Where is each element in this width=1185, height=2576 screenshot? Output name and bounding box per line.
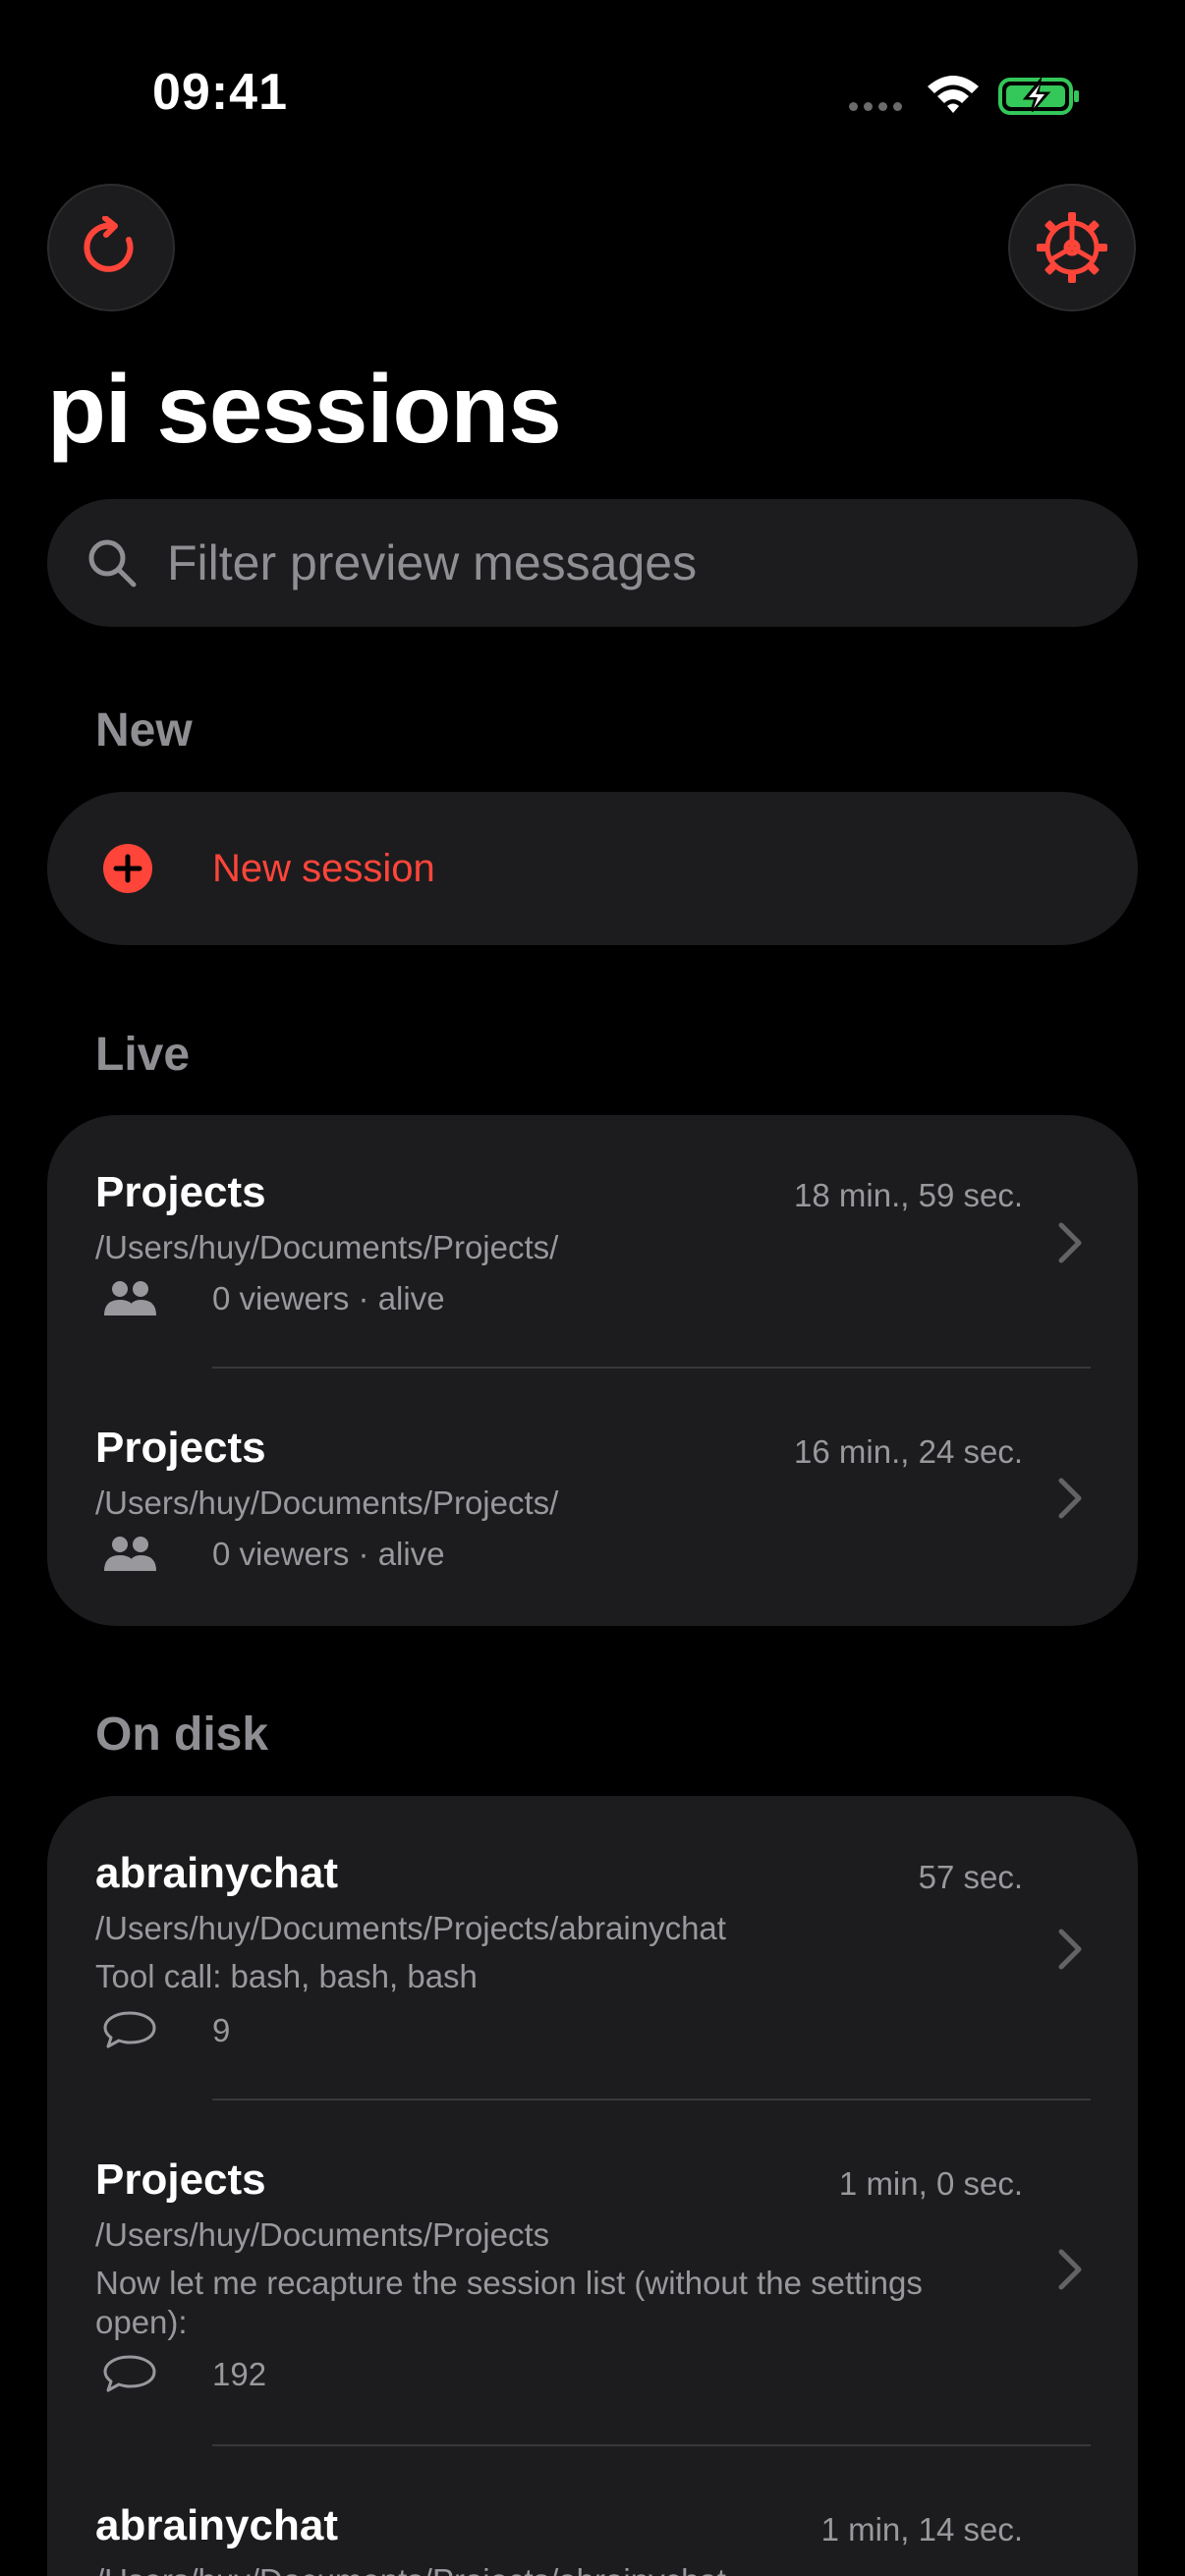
session-duration: 18 min., 59 sec. — [794, 1177, 1023, 1213]
chat-bubble-icon — [103, 2355, 156, 2392]
session-viewers: 0 viewers · alive — [212, 1536, 445, 1572]
session-path: /Users/huy/Documents/Projects/abrainycha… — [95, 2562, 726, 2576]
session-title: Projects — [95, 2156, 266, 2204]
section-header-live: Live — [95, 1029, 191, 1081]
message-count: 192 — [212, 2356, 267, 2392]
search-icon — [88, 539, 137, 588]
refresh-button[interactable] — [47, 184, 175, 311]
plus-circle-icon — [103, 844, 152, 893]
disk-sessions-card: abrainychat 57 sec. /Users/huy/Documents… — [47, 1796, 1138, 2576]
search-bar[interactable] — [47, 499, 1138, 627]
screen: 09:41 pi sessions Filter preview message… — [0, 0, 1185, 2576]
chevron-right-icon — [1058, 2249, 1082, 2290]
session-preview: Tool call: bash, bash, bash — [95, 1958, 478, 1994]
section-header-on-disk: On disk — [95, 1708, 269, 1761]
page-title: pi sessions — [47, 355, 562, 463]
status-time: 09:41 — [152, 64, 288, 121]
session-title: Projects — [95, 1168, 266, 1216]
new-session-label: New session — [212, 846, 435, 890]
chat-bubble-icon — [103, 2011, 156, 2048]
battery-icon — [998, 77, 1079, 115]
search-input[interactable] — [167, 534, 1071, 591]
session-preview: Now let me recapture the session list (w… — [95, 2265, 923, 2340]
wifi-icon — [928, 76, 979, 113]
people-icon — [104, 1537, 156, 1571]
session-title: Projects — [95, 1424, 266, 1472]
chevron-right-icon — [1058, 1478, 1082, 1519]
settings-button[interactable] — [1008, 184, 1136, 311]
chevron-right-icon — [1058, 1222, 1082, 1263]
people-icon — [104, 1281, 156, 1316]
message-count: 9 — [212, 2012, 231, 2048]
chevron-right-icon — [1058, 1929, 1082, 1970]
session-title: abrainychat — [95, 1849, 338, 1897]
gear-icon — [1037, 212, 1107, 283]
live-session-row[interactable]: Projects 18 min., 59 sec. /Users/huy/Doc… — [47, 1115, 1138, 1369]
cellular-signal-icon — [849, 102, 902, 111]
session-path: /Users/huy/Documents/Projects/abrainycha… — [95, 1910, 726, 1946]
new-session-button[interactable]: New session — [47, 792, 1138, 945]
session-path: /Users/huy/Documents/Projects — [95, 2216, 550, 2253]
session-viewers: 0 viewers · alive — [212, 1280, 445, 1316]
session-path: /Users/huy/Documents/Projects/ — [95, 1484, 559, 1521]
session-duration: 16 min., 24 sec. — [794, 1433, 1023, 1470]
disk-session-row[interactable]: abrainychat 1 min, 14 sec. /Users/huy/Do… — [47, 2446, 1138, 2576]
live-sessions-card: Projects 18 min., 59 sec. /Users/huy/Doc… — [47, 1115, 1138, 1626]
session-title: abrainychat — [95, 2501, 338, 2549]
live-session-row[interactable]: Projects 16 min., 24 sec. /Users/huy/Doc… — [47, 1369, 1138, 1626]
disk-session-row[interactable]: abrainychat 57 sec. /Users/huy/Documents… — [47, 1796, 1138, 2100]
section-header-new: New — [95, 704, 193, 756]
session-duration: 1 min, 0 sec. — [838, 2165, 1023, 2202]
disk-session-row[interactable]: Projects 1 min, 0 sec. /Users/huy/Docume… — [47, 2100, 1138, 2446]
session-path: /Users/huy/Documents/Projects/ — [95, 1229, 559, 1265]
session-duration: 1 min, 14 sec. — [820, 2511, 1023, 2548]
refresh-icon — [84, 216, 134, 272]
session-duration: 57 sec. — [918, 1859, 1023, 1895]
